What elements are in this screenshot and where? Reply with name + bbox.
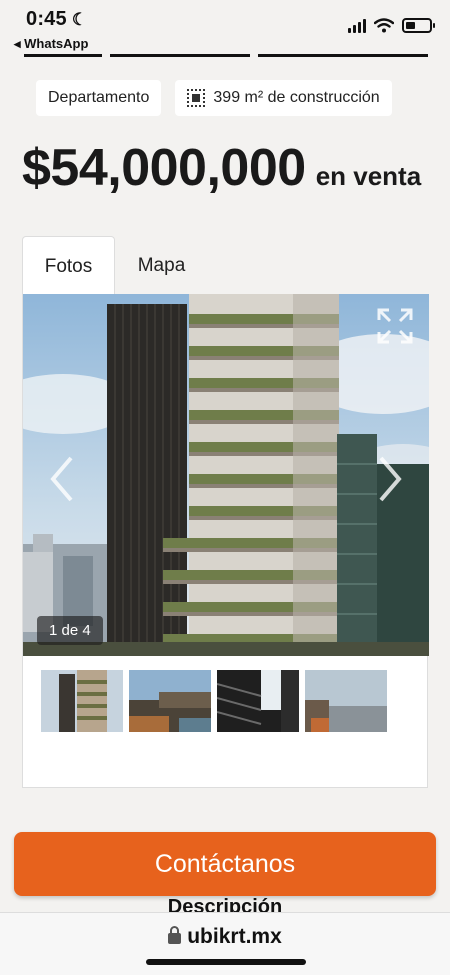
contact-button[interactable]: Contáctanos [14,832,436,896]
tab-fotos[interactable]: Fotos [22,236,115,296]
construction-area-chip: 399 m² de construcción [175,80,392,116]
gallery-panel: 1 de 4 [22,294,429,788]
thumbnail-strip [41,670,387,732]
moon-icon: ☾ [71,10,88,29]
thumbnail-3[interactable] [217,670,299,732]
clock: 0:45 ☾ [26,8,88,30]
thumbnail-1[interactable] [41,670,123,732]
photo-counter: 1 de 4 [37,616,103,645]
wifi-icon [374,18,394,33]
area-icon [187,89,206,107]
property-chips: Departamento 399 m² de construcción [36,80,392,116]
property-type-chip: Departamento [36,80,162,116]
next-photo-icon[interactable] [375,454,405,504]
url-display[interactable]: ubikrt.mx [0,925,450,949]
fullscreen-icon[interactable] [377,308,413,344]
breadcrumb-links-clipped [18,50,438,58]
browser-address-bar[interactable]: ubikrt.mx [0,912,450,975]
system-indicators [348,18,435,33]
media-tabs: Fotos Mapa [22,236,428,296]
battery-icon [402,18,435,33]
screen: 0:45 ☾ ◂ WhatsApp Departamento 399 m² de … [0,0,450,975]
main-photo[interactable]: 1 de 4 [23,294,429,656]
cellular-signal-icon [348,18,366,33]
previous-photo-icon[interactable] [47,454,77,504]
home-indicator[interactable] [146,959,306,965]
status-bar: 0:45 ☾ ◂ WhatsApp [0,0,450,56]
thumbnail-2[interactable] [129,670,211,732]
price: $54,000,000 [22,139,306,197]
price-row: $54,000,000 en venta [22,138,421,198]
thumbnail-4[interactable] [305,670,387,732]
lock-icon [168,926,182,944]
tab-mapa[interactable]: Mapa [115,236,208,296]
listing-status: en venta [315,161,422,191]
